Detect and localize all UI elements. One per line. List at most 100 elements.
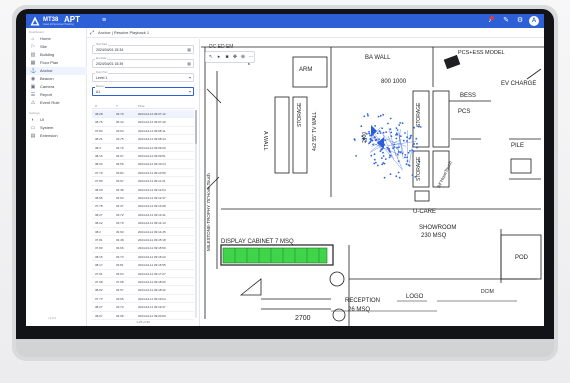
sidebar-item-home[interactable]: ⌂ Home bbox=[26, 35, 87, 43]
stop-icon[interactable]: ■ bbox=[223, 53, 231, 62]
track-point bbox=[411, 174, 414, 177]
table-row[interactable]: 38.09 33.38 2024-04-11 09:12:04 bbox=[92, 186, 194, 194]
scrollbar-thumb[interactable] bbox=[195, 110, 197, 144]
track-point bbox=[389, 117, 392, 120]
cell-y: 33.37 bbox=[116, 204, 124, 209]
wrench-icon[interactable]: ✎ bbox=[502, 17, 510, 25]
table-row[interactable]: 37.80 33.97 2024-04-11 09:11:31 bbox=[92, 177, 194, 186]
bell-icon[interactable]: ♪ bbox=[486, 16, 494, 25]
table-row[interactable]: 38.06 33.63 2024-04-11 09:12:37 bbox=[92, 194, 194, 203]
sidebar-item-anchor[interactable]: ⚓ Anchor bbox=[26, 67, 87, 75]
track-point bbox=[413, 126, 415, 129]
table-row[interactable]: 38.3 33.79 2024-04-11 09:09:20 bbox=[92, 144, 194, 152]
cell-y: 33.57 bbox=[116, 288, 124, 293]
table-row[interactable]: 38.16 33.67 2024-04-11 09:09:51 bbox=[92, 152, 194, 161]
cell-x: 38.21 bbox=[95, 137, 103, 142]
cell-y: 33.67 bbox=[116, 154, 124, 158]
track-point bbox=[382, 131, 385, 134]
sidebar-item-system[interactable]: ▭ System bbox=[26, 124, 87, 132]
cell-time: 2024-04-11 09:20:09 bbox=[138, 313, 166, 318]
table-row[interactable]: 38.27 33.72 2024-04-11 09:13:41 bbox=[92, 211, 194, 220]
cell-time: 2024-04-11 09:15:18 bbox=[138, 238, 166, 242]
table-row[interactable]: 38.15 33.73 2024-04-11 09:16:22 bbox=[92, 253, 194, 262]
sidebar-item-floor-plan[interactable]: ▦ Floor Plan bbox=[26, 59, 87, 67]
pointer-icon[interactable]: ↖ bbox=[207, 53, 215, 62]
table-row[interactable]: 38.2 33.60 2024-04-11 09:14:45 bbox=[92, 228, 194, 236]
table-scrollbar[interactable] bbox=[195, 110, 197, 318]
sidebar-item-building[interactable]: ▥ Building bbox=[26, 51, 87, 59]
cell-x: 38.28 bbox=[95, 112, 103, 116]
cell-y: 33.70 bbox=[116, 221, 124, 226]
sidebar-item-site[interactable]: ⚐ Site bbox=[26, 43, 87, 51]
table-row[interactable]: 38.76 35.44 2024-04-11 09:07:40 bbox=[92, 118, 194, 127]
track-point bbox=[373, 162, 376, 165]
table-row[interactable]: 37.83 33.66 2024-04-11 09:15:50 bbox=[92, 244, 194, 253]
end-date-field[interactable]: End Date 2024/04/01 15:39 ▦ bbox=[92, 57, 194, 68]
cell-time: 2024-04-11 09:09:20 bbox=[138, 145, 166, 150]
track-point bbox=[382, 162, 385, 164]
track-point bbox=[405, 163, 408, 166]
sidebar-item-camera[interactable]: ▣ Camera bbox=[26, 83, 87, 91]
track-point bbox=[383, 176, 386, 179]
hamburger-icon[interactable]: ≡ bbox=[102, 17, 110, 25]
track-point bbox=[381, 163, 384, 166]
sidebar-item-extension[interactable]: ▤ Extension bbox=[26, 132, 87, 140]
zoom-icon[interactable]: ⊕ bbox=[239, 53, 247, 62]
table-row[interactable]: 37.78 33.37 2024-04-11 09:13:08 bbox=[92, 202, 194, 211]
cell-time: 2024-04-11 09:07:40 bbox=[138, 120, 166, 125]
track-point bbox=[373, 158, 376, 161]
beacon-select[interactable]: Beacon A1 ▾ bbox=[92, 85, 194, 96]
pan-icon[interactable]: ✥ bbox=[231, 53, 239, 62]
sidebar-item-ui[interactable]: ◐ UI bbox=[26, 116, 87, 124]
sidebar-item-label: Anchor bbox=[40, 68, 53, 73]
sidebar-item-report[interactable]: ☰ Report bbox=[26, 91, 87, 99]
expand-icon[interactable]: ⤢ bbox=[90, 28, 94, 38]
playback-panel: Start Date 2024/04/01 15:34 ▦ End Date 2… bbox=[87, 39, 200, 326]
start-date-field[interactable]: Start Date 2024/04/01 15:34 ▦ bbox=[92, 43, 194, 54]
table-row[interactable]: 38.17 33.81 2024-04-11 09:16:55 bbox=[92, 261, 194, 270]
cell-x: 38.07 bbox=[95, 313, 103, 318]
floor-plan-label: Floor Plan bbox=[95, 71, 109, 74]
table-row[interactable]: 38.27 33.73 2024-04-11 09:19:37 bbox=[92, 303, 194, 312]
anchor-icon: ⚓ bbox=[30, 68, 37, 74]
floor-plan-value: Level 1 bbox=[96, 76, 108, 80]
more-icon[interactable]: ⋯ bbox=[247, 53, 255, 62]
cell-x: 37.83 bbox=[95, 246, 103, 251]
table-row[interactable]: 38.02 33.57 2024-04-11 09:18:32 bbox=[92, 286, 194, 295]
floor-plan-map[interactable]: ARM BA WALL PCS+ESS MODEL A WALL STORAGE… bbox=[201, 39, 544, 326]
table-row[interactable]: 37.83 33.63 2024-04-11 09:08:11 bbox=[92, 127, 194, 136]
track-point bbox=[366, 113, 369, 115]
cell-y: 33.38 bbox=[116, 187, 124, 192]
table-row[interactable]: 37.68 37.08 2024-04-11 09:18:00 bbox=[92, 278, 194, 287]
start-date-label: Start Date bbox=[95, 43, 109, 46]
table-row[interactable]: 38.28 33.79 2024-04-11 09:07:12 bbox=[92, 110, 194, 119]
table-row[interactable]: 37.79 33.84 2024-04-11 09:10:59 bbox=[92, 169, 194, 178]
track-point bbox=[388, 156, 391, 159]
table-row[interactable]: 38.22 33.70 2024-04-11 09:14:13 bbox=[92, 219, 194, 228]
table-row[interactable]: 37.81 33.48 2024-04-11 09:15:18 bbox=[92, 236, 194, 245]
table-row[interactable]: 37.91 33.64 2024-04-11 09:17:27 bbox=[92, 270, 194, 278]
calendar-icon: ▦ bbox=[187, 47, 191, 52]
table-row[interactable]: 37.73 33.65 2024-04-11 09:19:04 bbox=[92, 295, 194, 304]
app-screen: MT38 Asset & Personnel Tracking APT ≡ ♪ … bbox=[26, 14, 544, 326]
user-avatar[interactable]: A bbox=[529, 16, 539, 26]
chevron-down-icon: ▾ bbox=[188, 75, 191, 80]
play-icon[interactable]: ▸ bbox=[215, 53, 223, 62]
sidebar-item-beacon[interactable]: ◉ Beacon bbox=[26, 75, 87, 83]
cell-y: 35.44 bbox=[116, 120, 124, 125]
track-path-segment bbox=[407, 130, 408, 164]
breadcrumb-text: Anchor | Resolve Playback 1 bbox=[98, 30, 150, 35]
cell-y: 33.79 bbox=[116, 112, 124, 116]
track-point bbox=[374, 161, 377, 164]
cell-x: 38.2 bbox=[95, 229, 101, 234]
cell-y: 33.75 bbox=[116, 137, 124, 142]
breadcrumb: ⤢ Anchor | Resolve Playback 1 bbox=[87, 28, 544, 38]
table-row[interactable]: 38.21 33.75 2024-04-11 09:08:44 bbox=[92, 135, 194, 144]
main-content: ⤢ Anchor | Resolve Playback 1 Start Date… bbox=[87, 28, 544, 326]
floor-plan-select[interactable]: Floor Plan Level 1 ▾ bbox=[92, 71, 194, 82]
label-storage-1: STORAGE bbox=[416, 102, 422, 127]
gear-icon[interactable]: ⚙ bbox=[516, 17, 524, 25]
table-row[interactable]: 38.07 33.96 2024-04-11 09:20:09 bbox=[92, 312, 194, 320]
table-row[interactable]: 38.04 33.56 2024-04-11 09:10:24 bbox=[92, 160, 194, 169]
sidebar-item-event-rule[interactable]: ⚠ Event Rule bbox=[26, 99, 87, 107]
